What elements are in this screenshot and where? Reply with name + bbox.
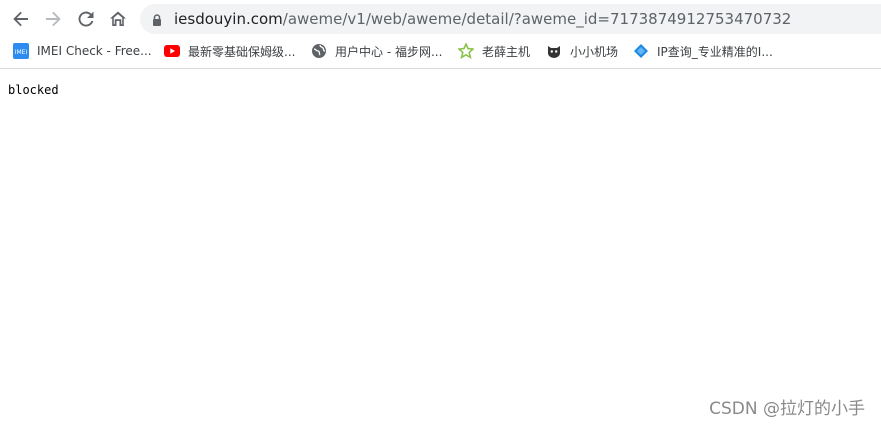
diamond-icon <box>633 43 649 59</box>
bookmark-label: 最新零基础保姆级... <box>188 44 296 59</box>
home-button[interactable] <box>106 7 130 31</box>
url-path: /aweme/v1/web/aweme/detail/?aweme_id=717… <box>282 10 792 28</box>
bookmarks-bar: IMEI IMEI Check - Free... 最新零基础保姆级... 用户… <box>0 36 881 69</box>
bookmark-label: IMEI Check - Free... <box>37 44 152 58</box>
forward-button[interactable] <box>41 7 65 31</box>
bookmark-tutorial[interactable]: 最新零基础保姆级... <box>164 41 295 61</box>
browser-toolbar: iesdouyin.com/aweme/v1/web/aweme/detail/… <box>0 0 881 36</box>
back-button[interactable] <box>9 7 33 31</box>
reload-button[interactable] <box>74 7 98 31</box>
reload-icon <box>77 10 95 28</box>
bookmark-imei-check[interactable]: IMEI IMEI Check - Free... <box>13 41 152 61</box>
address-bar[interactable]: iesdouyin.com/aweme/v1/web/aweme/detail/… <box>140 4 881 34</box>
arrow-left-icon <box>12 10 30 28</box>
bookmark-user-center[interactable]: 用户中心 - 福步网... <box>311 41 442 61</box>
home-icon <box>109 10 127 28</box>
star-icon <box>458 43 474 59</box>
lock-icon[interactable] <box>150 12 164 26</box>
url-text[interactable]: iesdouyin.com/aweme/v1/web/aweme/detail/… <box>174 4 791 34</box>
bookmark-label: 用户中心 - 福步网... <box>335 44 443 59</box>
bookmark-label: 小小机场 <box>570 44 619 59</box>
bookmark-label: IP查询_专业精准的I... <box>657 44 773 59</box>
bookmark-xue-host[interactable]: 老薛主机 <box>458 41 530 61</box>
url-host: iesdouyin.com <box>174 10 283 28</box>
cat-icon <box>546 43 562 59</box>
page-body-text: blocked <box>8 83 59 97</box>
globe-icon <box>311 43 327 59</box>
imei-icon: IMEI <box>13 43 29 59</box>
youtube-icon <box>164 43 180 59</box>
bookmark-label: 老薛主机 <box>482 44 531 59</box>
bookmark-ip-lookup[interactable]: IP查询_专业精准的I... <box>633 41 773 61</box>
bookmark-small-airport[interactable]: 小小机场 <box>546 41 618 61</box>
arrow-right-icon <box>44 10 62 28</box>
watermark: CSDN @拉灯的小手 <box>709 399 865 419</box>
svg-text:IMEI: IMEI <box>15 49 28 56</box>
